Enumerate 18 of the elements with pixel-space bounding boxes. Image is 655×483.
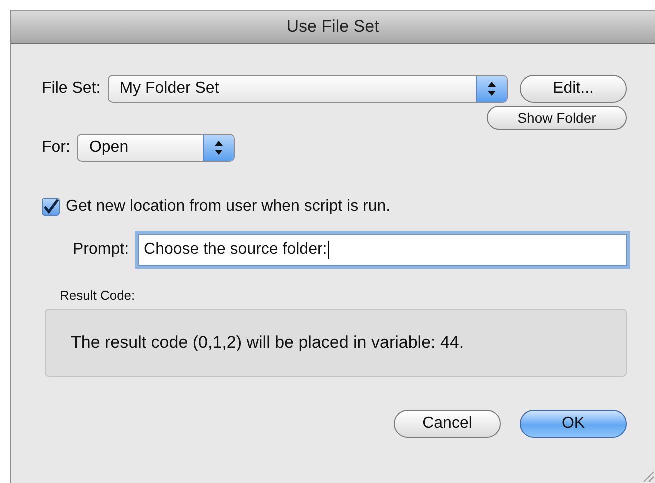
stepper-icon	[487, 81, 497, 97]
prompt-label: Prompt:	[73, 241, 130, 259]
edit-button[interactable]: Edit...	[520, 75, 627, 103]
checkbox-label: Get new location from user when script is run.	[66, 198, 391, 216]
for-dropdown[interactable]: Open	[77, 134, 236, 162]
cancel-button[interactable]: Cancel	[394, 410, 501, 438]
file-set-dropdown[interactable]: My Folder Set	[108, 75, 508, 103]
resize-grip-icon[interactable]	[641, 469, 655, 483]
checkbox[interactable]	[42, 198, 60, 216]
for-label: For:	[42, 139, 70, 157]
show-folder-button[interactable]: Show Folder	[487, 106, 627, 130]
prompt-field[interactable]: Choose the source folder:	[138, 234, 627, 266]
ok-button[interactable]: OK	[520, 410, 627, 438]
result-code-label: Result Code:	[60, 288, 136, 303]
file-set-label: File Set:	[42, 80, 101, 98]
stepper-icon	[214, 140, 224, 156]
window-title: Use File Set	[286, 17, 380, 37]
result-text: The result code (0,1,2) will be placed in variable: 44.	[71, 333, 464, 353]
